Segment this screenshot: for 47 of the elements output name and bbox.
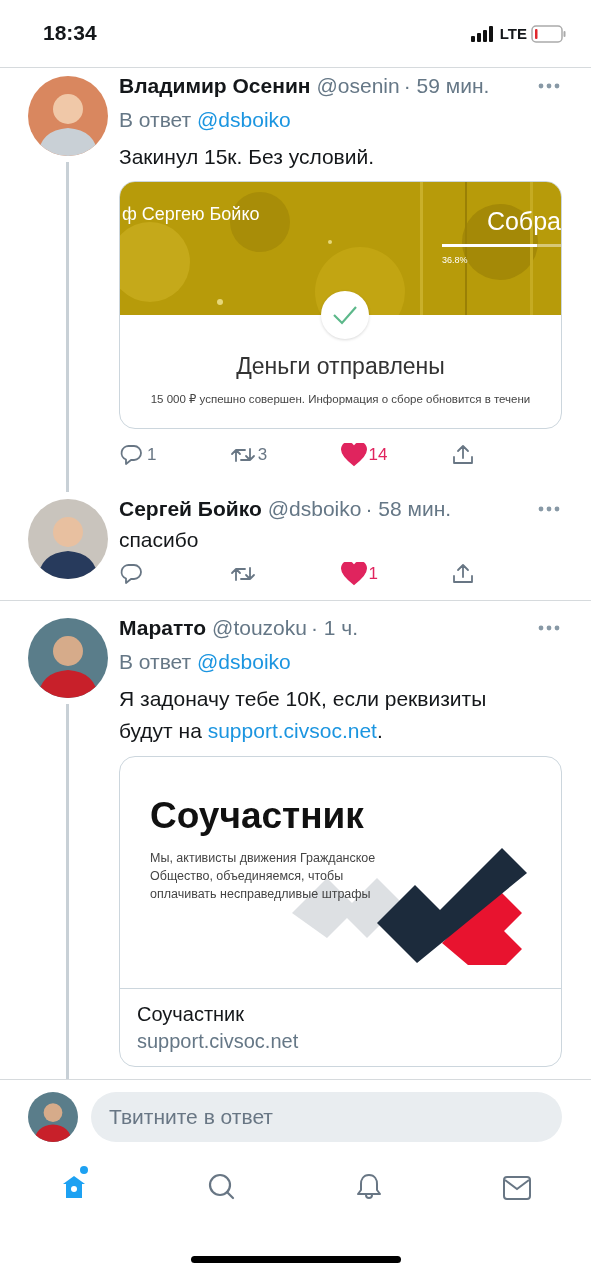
- image-title: Соучастник: [150, 795, 365, 837]
- author-name: Маратто: [119, 616, 207, 639]
- timestamp: · 58 мин.: [365, 497, 452, 520]
- more-icon[interactable]: [538, 625, 560, 631]
- banner-title: ф Сергею Бойко: [122, 204, 260, 225]
- timestamp: · 1 ч.: [310, 616, 359, 639]
- image-description: Мы, активисты движения Гражданское Общество, объединяемся, чтобы оплачивать несправедливые штрафы: [150, 850, 377, 903]
- battery-icon: [531, 24, 567, 43]
- reply-context: В ответ @dsboiko: [119, 107, 292, 133]
- action-count: 14: [368, 445, 388, 465]
- url-link[interactable]: support.civsoc.net: [207, 719, 377, 742]
- link-card[interactable]: Соучастник Мы, активисты движения Гражданское Общество, объединяемся, чтобы оплачивать несправедливые штрафы Соучастник support.civsoc.net: [119, 756, 562, 1067]
- card-title: Соучастник: [137, 1002, 245, 1027]
- author-name: Владимир Осенин: [119, 74, 311, 97]
- card-title: Деньги отправлены: [236, 353, 445, 380]
- author-handle: @touzoku: [212, 616, 307, 639]
- mention-link[interactable]: @dsboiko: [197, 108, 291, 131]
- search-icon[interactable]: [206, 1172, 237, 1202]
- reply-icon[interactable]: [119, 443, 145, 467]
- card-message: 15 000 ₽ успешно совершен. Информация о сборе обновится в течени: [150, 392, 531, 406]
- checkmark-icon: [332, 305, 358, 325]
- action-count: 1: [368, 564, 378, 584]
- reply-field[interactable]: Твитните в ответ: [91, 1092, 562, 1142]
- progress-reading: 36.8%: [442, 255, 468, 265]
- mention-link[interactable]: @dsboiko: [197, 650, 291, 673]
- avatar: [28, 1092, 78, 1142]
- reply-icon[interactable]: [119, 562, 145, 586]
- author-handle: @dsboiko: [267, 497, 362, 520]
- timestamp: · 59 мин.: [403, 74, 490, 97]
- more-icon[interactable]: [538, 506, 560, 512]
- more-icon[interactable]: [538, 83, 560, 89]
- heart-icon[interactable]: [340, 562, 367, 586]
- author-handle: @osenin: [316, 74, 400, 97]
- tweet-text: Закинул 15к. Без условий.: [119, 144, 376, 170]
- tweet-text: спасибо: [119, 527, 200, 553]
- signal-icon: [469, 25, 496, 42]
- heart-icon[interactable]: [340, 443, 367, 467]
- clock: 18:34: [43, 20, 97, 45]
- banner-heading: Собра: [486, 207, 561, 236]
- author-name: Сергей Бойко: [119, 497, 262, 520]
- card-url: support.civsoc.net: [137, 1029, 300, 1054]
- action-count: 3: [257, 445, 268, 465]
- tweet-text: Я задоначу тебе 10К, если реквизиты будут на support.civsoc.net.: [119, 686, 488, 744]
- network-label: LTE: [499, 25, 527, 42]
- action-count: 1: [147, 445, 157, 465]
- reply-context: В ответ @dsboiko: [119, 649, 292, 675]
- preview-card[interactable]: ф Сергею Бойко Собра 36.8% Деньги отправлены 15 000 ₽ успешно совершен. Информация о сборе обновится в течени: [119, 181, 562, 429]
